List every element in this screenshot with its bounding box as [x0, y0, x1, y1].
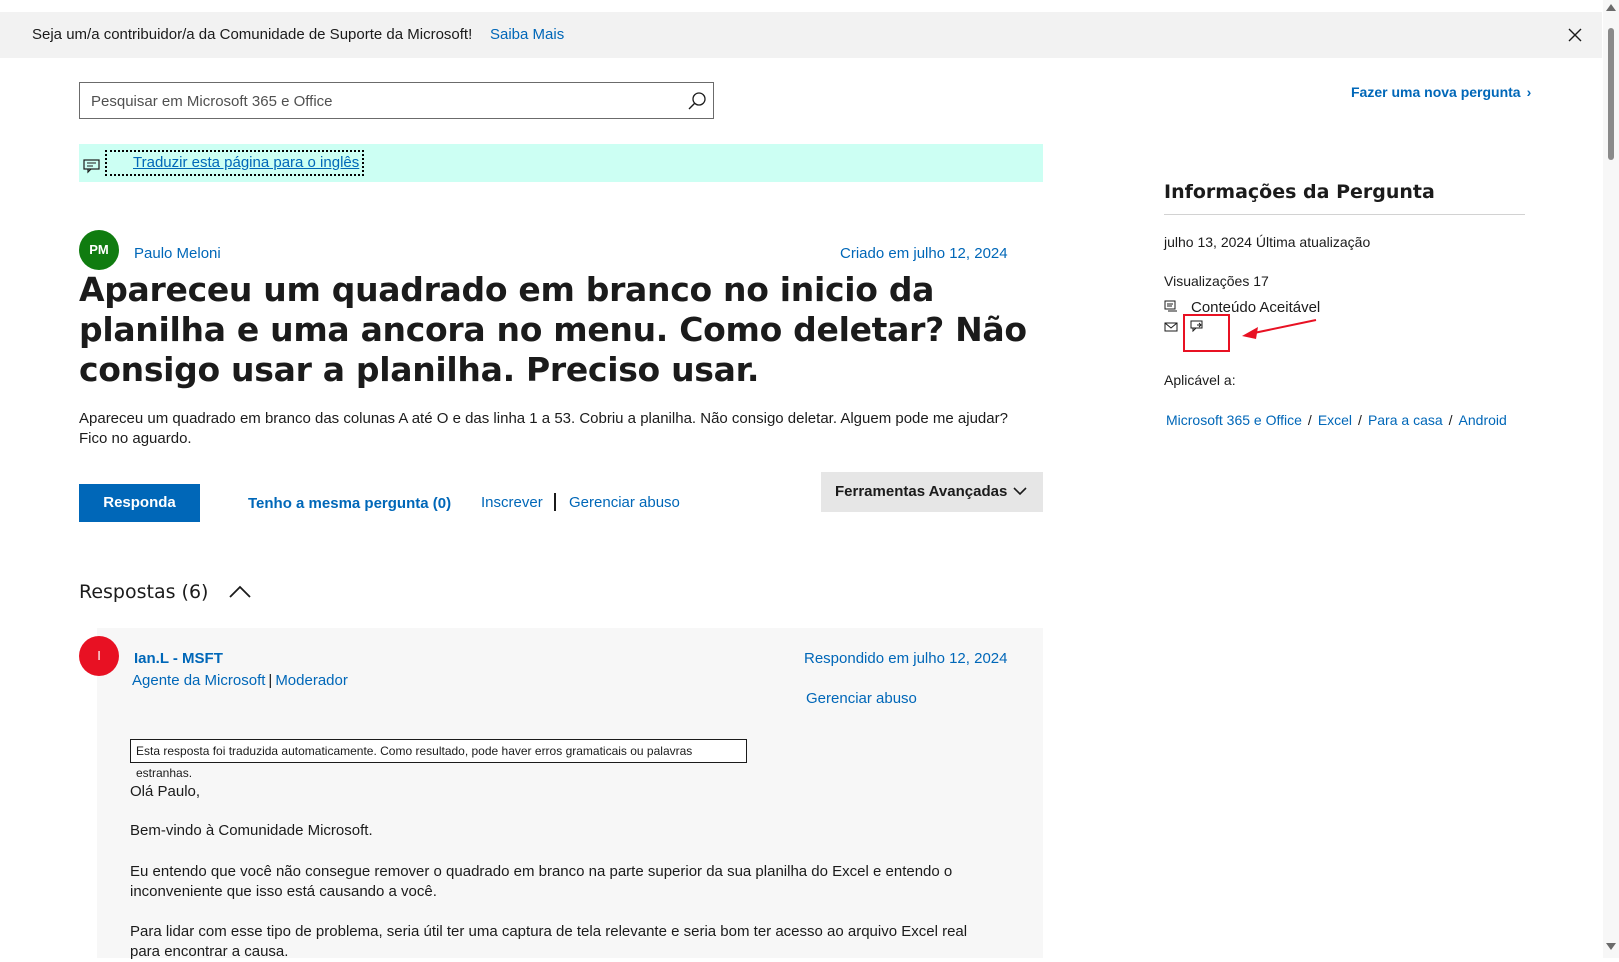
search-icon[interactable] [687, 91, 707, 111]
answer-paragraph: Bem-vindo à Comunidade Microsoft. [130, 822, 373, 839]
question-body: Apareceu um quadrado em branco das colun… [79, 410, 1008, 447]
search-box [79, 82, 714, 119]
scrollbar[interactable] [1603, 0, 1619, 958]
breadcrumb-item[interactable]: Microsoft 365 e Office [1166, 412, 1302, 428]
chevron-up-icon[interactable] [228, 582, 252, 600]
answer-date: Respondido em julho 12, 2024 [804, 650, 1008, 667]
question-created-date: Criado em julho 12, 2024 [840, 245, 1008, 262]
answer-paragraph: Olá Paulo, [130, 783, 201, 800]
role-moderator-link[interactable]: Moderador [275, 672, 348, 689]
subscribe-link[interactable]: Inscrever [481, 493, 543, 513]
same-question-button[interactable]: Tenho a mesma pergunta (0) [248, 494, 451, 514]
divider [1164, 214, 1525, 215]
avatar[interactable]: PM [79, 230, 119, 270]
answer-paragraph: Eu entendo que você não consegue remover… [130, 863, 953, 900]
learn-more-link[interactable]: Saiba Mais [490, 12, 564, 58]
divider [554, 493, 556, 511]
role-microsoft-agent-link[interactable]: Agente da Microsoft [132, 672, 265, 689]
highlight-box [1183, 314, 1230, 352]
scrollbar-thumb[interactable] [1608, 28, 1614, 160]
translate-link[interactable]: Traduzir esta página para o inglês [105, 150, 365, 176]
advanced-tools-label: Ferramentas Avançadas [835, 483, 1008, 500]
question-author[interactable]: Paulo Meloni [134, 244, 221, 264]
breadcrumb-separator: / [1448, 412, 1453, 428]
top-strip [0, 0, 1619, 12]
views-count: Visualizações 17 [1164, 273, 1269, 289]
answer-author[interactable]: Ian.L - MSFT [134, 649, 223, 669]
translate-bar: Traduzir esta página para o inglês [79, 144, 1043, 182]
breadcrumb: Microsoft 365 e Office / Excel / Para a casa… [1166, 410, 1507, 430]
search-input[interactable] [91, 91, 651, 111]
applies-to-label: Aplicável a: [1164, 372, 1236, 388]
answer-paragraph: Para lidar com esse tipo de problema, se… [130, 923, 968, 960]
close-icon[interactable] [1568, 28, 1582, 42]
manage-abuse-link[interactable]: Gerenciar abuso [569, 493, 680, 513]
breadcrumb-separator: / [1307, 412, 1312, 428]
document-icon [1164, 300, 1177, 312]
advanced-tools-button[interactable]: Ferramentas Avançadas [821, 472, 1043, 512]
chevron-down-icon [1013, 487, 1027, 496]
question-info-heading: Informações da Pergunta [1164, 181, 1435, 203]
reply-button[interactable]: Responda [79, 484, 200, 522]
new-question-link[interactable]: Fazer uma nova pergunta › [1351, 82, 1531, 102]
machine-translation-notice: Esta resposta foi traduzida automaticame… [130, 739, 747, 780]
breadcrumb-separator: / [1358, 412, 1362, 428]
contributor-banner: Seja um/a contribuidor/a da Comunidade d… [0, 12, 1602, 58]
arrow-annotation-icon [1242, 319, 1317, 339]
answer-manage-abuse-link[interactable]: Gerenciar abuso [806, 689, 917, 709]
breadcrumb-item[interactable]: Para a casa [1368, 412, 1443, 428]
answers-heading: Respostas (6) [79, 581, 209, 603]
new-question-label: Fazer uma nova pergunta [1351, 84, 1521, 100]
scroll-down-icon[interactable] [1606, 943, 1616, 950]
avatar[interactable]: I [79, 636, 119, 676]
role-separator: | [268, 672, 273, 689]
chevron-right-icon: › [1526, 84, 1532, 100]
breadcrumb-item[interactable]: Android [1459, 412, 1507, 428]
question-title: Apareceu um quadrado em branco no inicio… [79, 270, 1027, 389]
banner-text: Seja um/a contribuidor/a da Comunidade d… [32, 26, 473, 43]
last-updated: julho 13, 2024 Última atualização [1164, 234, 1371, 250]
breadcrumb-item[interactable]: Excel [1318, 412, 1352, 428]
scroll-up-icon[interactable] [1606, 4, 1616, 11]
mail-icon [1164, 322, 1178, 332]
answer-author-role: Agente da Microsoft | Moderador [132, 671, 348, 691]
translate-icon [83, 159, 100, 174]
